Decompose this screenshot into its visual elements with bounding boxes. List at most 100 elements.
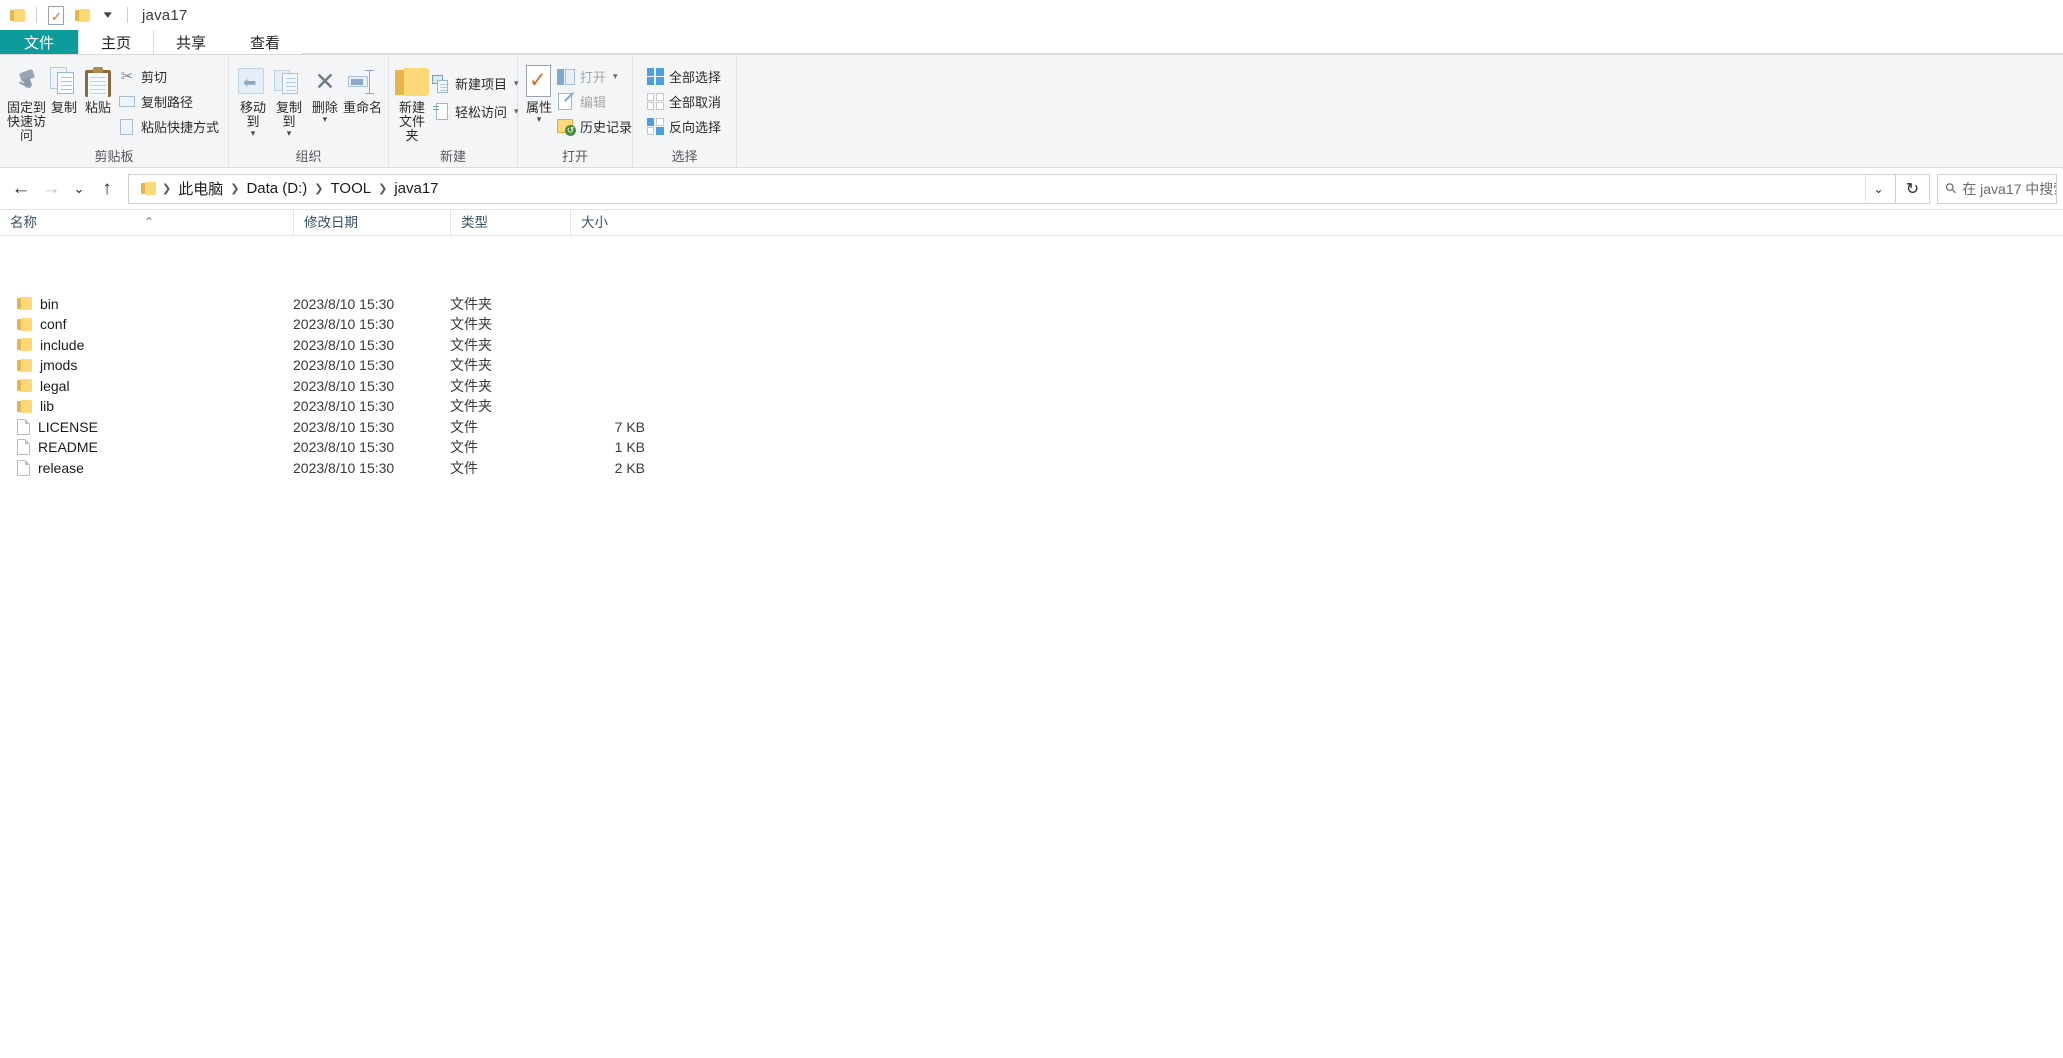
recent-locations-icon[interactable]: ⌄ (66, 174, 92, 204)
paste-button[interactable]: 粘贴 (81, 61, 115, 115)
copy-to-caret-icon[interactable]: ▾ (287, 130, 292, 136)
new-item-icon (432, 75, 450, 93)
table-row[interactable] (0, 273, 2063, 294)
breadcrumb-sep-2[interactable]: ❯ (312, 182, 325, 195)
new-folder-label-line1: 新建 (399, 101, 425, 115)
file-name-cell[interactable]: jmods (0, 357, 293, 373)
copy-path-button[interactable]: 复制路径 (115, 91, 222, 112)
tab-file[interactable]: 文件 (0, 30, 78, 54)
select-group-label: 选择 (633, 149, 736, 167)
delete-caret-icon[interactable]: ▾ (323, 116, 328, 122)
delete-icon: ✕ (314, 65, 335, 99)
edit-button[interactable]: 编辑 (554, 91, 635, 112)
tab-view[interactable]: 查看 (228, 30, 302, 54)
new-folder-button[interactable]: 新建 文件夹 (395, 61, 429, 143)
copy-icon (50, 65, 78, 99)
file-date: 2023/8/10 15:30 (293, 378, 450, 394)
file-date: 2023/8/10 15:30 (293, 439, 450, 455)
select-all-button[interactable]: 全部选择 (643, 66, 724, 87)
copy-button[interactable]: 复制 (47, 61, 81, 115)
customize-caret-icon[interactable]: ▾ (97, 4, 119, 26)
new-small-commands: 新建项目 ▾ 轻松访问 ▾ (429, 61, 522, 122)
pin-to-quick-access-button[interactable]: 固定到 快速访问 (6, 61, 47, 143)
table-row[interactable]: LICENSE 2023/8/10 15:30 文件 7 KB (0, 417, 2063, 438)
paste-shortcut-button[interactable]: 粘贴快捷方式 (115, 116, 222, 137)
tab-share[interactable]: 共享 (154, 30, 228, 54)
table-row[interactable]: include 2023/8/10 15:30 文件夹 (0, 335, 2063, 356)
back-arrow-icon[interactable]: ← (6, 174, 36, 204)
refresh-icon[interactable]: ↻ (1896, 174, 1930, 204)
file-name-cell[interactable]: README (0, 439, 293, 455)
new-item-button[interactable]: 新建项目 ▾ (429, 73, 522, 94)
ribbon-group-open: ✓ 属性 ▾ 打开 ▾ (518, 55, 633, 167)
breadcrumb-item-0[interactable]: 此电脑 (173, 178, 228, 199)
open-caret-icon[interactable]: ▾ (613, 71, 618, 82)
folder-icon (17, 379, 32, 392)
new-folder-icon[interactable] (71, 4, 93, 26)
file-name-cell[interactable]: conf (0, 316, 293, 332)
file-name: legal (40, 378, 70, 394)
forward-arrow-icon[interactable]: → (36, 174, 66, 204)
chevron-down-icon[interactable]: ⌄ (1865, 175, 1891, 203)
up-arrow-icon[interactable]: ↑ (92, 174, 122, 204)
select-none-button[interactable]: 全部取消 (643, 91, 724, 112)
address-bar: ← → ⌄ ↑ ❯ 此电脑 ❯ Data (D:) ❯ TOOL ❯ java1… (0, 168, 2063, 210)
properties-label: 属性 (526, 101, 552, 115)
file-size: 1 KB (570, 439, 660, 455)
table-row[interactable]: README 2023/8/10 15:30 文件 1 KB (0, 437, 2063, 458)
properties-icon: ✓ (524, 65, 554, 99)
breadcrumb[interactable]: ❯ 此电脑 ❯ Data (D:) ❯ TOOL ❯ java17 ⌄ (128, 174, 1896, 204)
table-row[interactable]: legal 2023/8/10 15:30 文件夹 (0, 376, 2063, 397)
file-name-cell[interactable]: release (0, 460, 293, 476)
table-row[interactable]: jmods 2023/8/10 15:30 文件夹 (0, 355, 2063, 376)
folder-icon[interactable] (6, 4, 28, 26)
tab-home[interactable]: 主页 (78, 30, 154, 54)
properties-caret-icon[interactable]: ▾ (537, 116, 542, 122)
breadcrumb-sep-1[interactable]: ❯ (228, 182, 241, 195)
table-row[interactable]: release 2023/8/10 15:30 文件 2 KB (0, 458, 2063, 479)
file-name-cell[interactable]: bin (0, 296, 293, 312)
search-icon: ⚲ (1941, 179, 1960, 198)
new-folder-icon (395, 65, 429, 99)
scissors-icon: ✂ (118, 68, 136, 86)
open-label: 打开 (580, 67, 606, 86)
breadcrumb-sep-3[interactable]: ❯ (376, 182, 389, 195)
file-list: bin 2023/8/10 15:30 文件夹 conf 2023/8/10 1… (0, 268, 2063, 478)
file-name-cell[interactable]: legal (0, 378, 293, 394)
breadcrumb-item-1[interactable]: Data (D:) (241, 180, 312, 197)
open-small-commands: 打开 ▾ 编辑 ↺ 历史记录 (554, 61, 635, 137)
file-name-cell[interactable]: LICENSE (0, 419, 293, 435)
open-button[interactable]: 打开 ▾ (554, 66, 635, 87)
table-row[interactable]: bin 2023/8/10 15:30 文件夹 (0, 294, 2063, 315)
table-row[interactable]: lib 2023/8/10 15:30 文件夹 (0, 396, 2063, 417)
history-icon: ↺ (557, 118, 575, 136)
column-header-type[interactable]: 类型 (450, 210, 570, 236)
history-button[interactable]: ↺ 历史记录 (554, 116, 635, 137)
copy-label: 复制 (51, 101, 77, 115)
column-header-size[interactable]: 大小 (570, 210, 660, 236)
move-to-caret-icon[interactable]: ▾ (251, 130, 256, 136)
properties-button[interactable]: ✓ 属性 ▾ (524, 61, 554, 122)
easy-access-button[interactable]: 轻松访问 ▾ (429, 101, 522, 122)
delete-button[interactable]: ✕ 删除 ▾ (307, 61, 343, 122)
column-header-name[interactable]: 名称 ⌃ (0, 210, 293, 236)
breadcrumb-item-3[interactable]: java17 (389, 180, 443, 197)
copy-path-icon (118, 93, 136, 111)
file-name: conf (40, 316, 66, 332)
search-input[interactable]: ⚲ 在 java17 中搜索 (1937, 174, 2057, 204)
copy-to-button[interactable]: 复制到 ▾ (271, 61, 307, 136)
breadcrumb-item-2[interactable]: TOOL (326, 180, 377, 197)
rename-button[interactable]: 重命名 (343, 61, 382, 115)
column-header-date[interactable]: 修改日期 (293, 210, 450, 236)
folder-icon (17, 318, 32, 331)
move-to-button[interactable]: ⬅ 移动到 ▾ (235, 61, 271, 136)
breadcrumb-folder-icon[interactable] (137, 182, 160, 195)
file-name-cell[interactable]: include (0, 337, 293, 353)
file-name-cell[interactable]: lib (0, 398, 293, 414)
table-row[interactable]: conf 2023/8/10 15:30 文件夹 (0, 314, 2063, 335)
clipboard-small-commands: ✂ 剪切 复制路径 粘贴快捷方式 (115, 61, 222, 137)
file-list-area[interactable]: bin 2023/8/10 15:30 文件夹 conf 2023/8/10 1… (0, 268, 2063, 1058)
properties-icon[interactable]: ✓ (45, 4, 67, 26)
invert-selection-button[interactable]: 反向选择 (643, 116, 724, 137)
cut-button[interactable]: ✂ 剪切 (115, 66, 222, 87)
